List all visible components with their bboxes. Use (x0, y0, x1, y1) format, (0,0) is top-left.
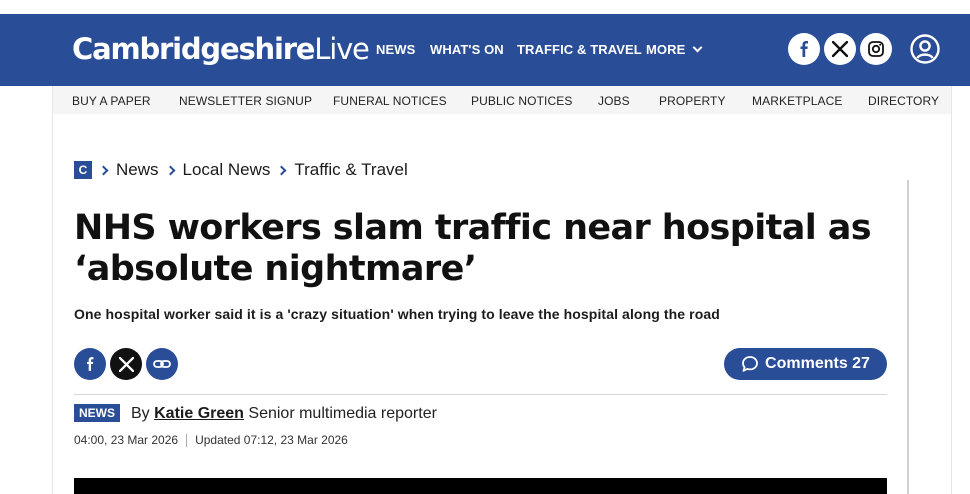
nav-news-label: NEWS (376, 42, 416, 57)
scroll-indicator (907, 180, 909, 494)
comments-label: Comments 27 (765, 355, 870, 372)
header-instagram-button[interactable] (860, 33, 892, 65)
subnav-property[interactable]: PROPERTY (659, 94, 726, 108)
subnav-public-notices[interactable]: PUBLIC NOTICES (471, 94, 572, 108)
secondary-nav: BUY A PAPER NEWSLETTER SIGNUP FUNERAL NO… (52, 86, 952, 114)
header-facebook-button[interactable] (788, 33, 820, 65)
facebook-icon (87, 357, 94, 371)
author-role: Senior multimedia reporter (248, 405, 437, 422)
subnav-buy-a-paper[interactable]: BUY A PAPER (72, 94, 151, 108)
link-icon (153, 360, 171, 368)
date-separator (186, 433, 188, 447)
logo-text-light: Live (314, 32, 370, 66)
comments-button[interactable]: Comments 27 (724, 348, 887, 380)
chevron-right-icon (276, 165, 287, 175)
breadcrumb-home-logo[interactable]: C (74, 161, 92, 179)
nav-more-label: MORE (646, 42, 686, 57)
share-copy-link-button[interactable] (146, 348, 178, 380)
breadcrumb-traffic-travel[interactable]: Traffic & Travel (294, 160, 407, 180)
nav-news[interactable]: NEWS (376, 42, 415, 57)
article-headline: NHS workers slam traffic near hospital a… (74, 208, 872, 289)
nav-whats-on-label: WHAT'S ON (430, 42, 504, 57)
share-facebook-button[interactable] (74, 348, 106, 380)
account-icon[interactable] (909, 33, 941, 65)
breadcrumb-news[interactable]: News (116, 160, 159, 180)
article-standfirst: One hospital worker said it is a 'crazy … (74, 306, 720, 322)
subnav-directory[interactable]: DIRECTORY (868, 94, 939, 108)
breadcrumb: C News Local News Traffic & Travel (74, 159, 408, 181)
chevron-right-icon (98, 165, 109, 175)
chevron-down-icon (692, 42, 703, 52)
nav-traffic-travel[interactable]: TRAFFIC & TRAVEL (517, 42, 642, 57)
logo-text-bold: Cambridgeshire (72, 32, 315, 66)
updated-time: Updated 07:12, 23 Mar 2026 (195, 433, 348, 447)
chevron-right-icon (165, 165, 175, 175)
byline-divider (74, 394, 887, 395)
top-strip (0, 0, 970, 14)
author-link[interactable]: Katie Green (154, 405, 244, 422)
subnav-funeral-notices[interactable]: FUNERAL NOTICES (333, 94, 447, 108)
header-x-button[interactable] (824, 33, 856, 65)
article-dates: 04:00, 23 Mar 2026 Updated 07:12, 23 Mar… (74, 433, 348, 447)
subnav-marketplace[interactable]: MARKETPLACE (752, 94, 842, 108)
instagram-icon (868, 41, 884, 57)
breadcrumb-local-news[interactable]: Local News (183, 160, 271, 180)
byline: By Katie Green Senior multimedia reporte… (131, 405, 437, 423)
subnav-jobs[interactable]: JOBS (598, 94, 630, 108)
share-x-button[interactable] (110, 348, 142, 380)
news-badge: NEWS (74, 404, 120, 422)
byline-prefix: By (131, 405, 150, 422)
facebook-icon (800, 41, 808, 57)
x-icon (118, 356, 134, 372)
nav-whats-on[interactable]: WHAT'S ON (430, 42, 504, 57)
x-icon (832, 41, 848, 57)
site-logo[interactable]: CambridgeshireLive (72, 32, 370, 66)
comment-bubble-icon (742, 356, 758, 372)
site-header: CambridgeshireLive NEWS WHAT'S ON TRAFFI… (0, 14, 970, 86)
hero-image (74, 478, 887, 494)
subnav-newsletter-signup[interactable]: NEWSLETTER SIGNUP (179, 94, 312, 108)
nav-traffic-label: TRAFFIC & TRAVEL (517, 42, 642, 57)
nav-more[interactable]: MORE (646, 42, 703, 57)
published-time: 04:00, 23 Mar 2026 (74, 433, 179, 447)
